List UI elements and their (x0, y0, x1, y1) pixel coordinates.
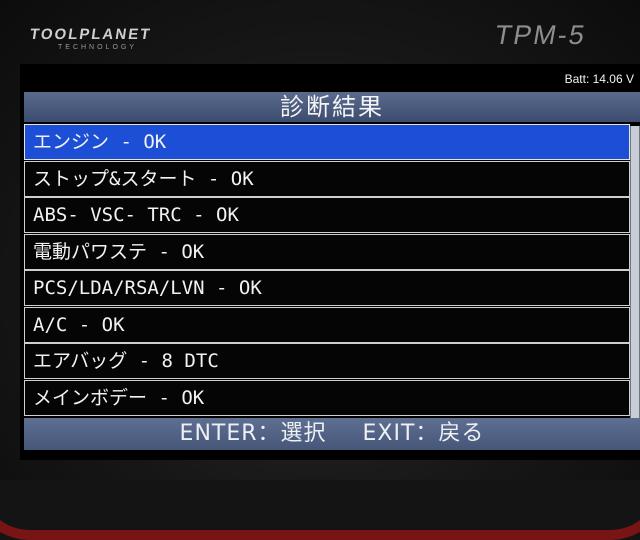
list-scrollbar[interactable] (630, 126, 640, 434)
battery-voltage: Batt: 14.06 V (564, 72, 634, 86)
list-item-airbag[interactable]: エアバッグ - 8 DTC (24, 343, 630, 379)
brand-subtitle: TECHNOLOGY (58, 44, 138, 51)
scan-tool-device: TOOLPLANET TECHNOLOGY TPM-5 Batt: 14.06 … (0, 0, 640, 540)
page-title: 診断結果 (24, 92, 640, 122)
list-item-abs-vsc-trc[interactable]: ABS- VSC- TRC - OK (24, 197, 630, 233)
device-screen: Batt: 14.06 V 診断結果 エンジン - OK ストップ&スタート -… (20, 64, 640, 460)
list-item-stop-start[interactable]: ストップ&スタート - OK (24, 160, 630, 197)
diagnosis-result-list: エンジン - OK ストップ&スタート - OK ABS- VSC- TRC -… (24, 124, 630, 436)
scrollbar-thumb[interactable] (631, 126, 639, 426)
brand-logo: TOOLPLANET (28, 26, 153, 43)
list-item-main-body[interactable]: メインボデー - OK (24, 379, 630, 416)
list-item-pcs-lda-rsa-lvn[interactable]: PCS/LDA/RSA/LVN - OK (24, 270, 630, 306)
list-item-ac[interactable]: A/C - OK (24, 306, 630, 343)
footer-key-hints: ENTER：選択 EXIT：戻る (24, 418, 640, 450)
exit-key-hint: EXIT：戻る (362, 421, 485, 446)
model-name: TPM-5 (492, 20, 589, 50)
enter-key-hint: ENTER：選択 (179, 421, 327, 446)
list-item-power-steering[interactable]: 電動パワステ - OK (24, 233, 630, 270)
list-item-engine[interactable]: エンジン - OK (24, 124, 630, 160)
